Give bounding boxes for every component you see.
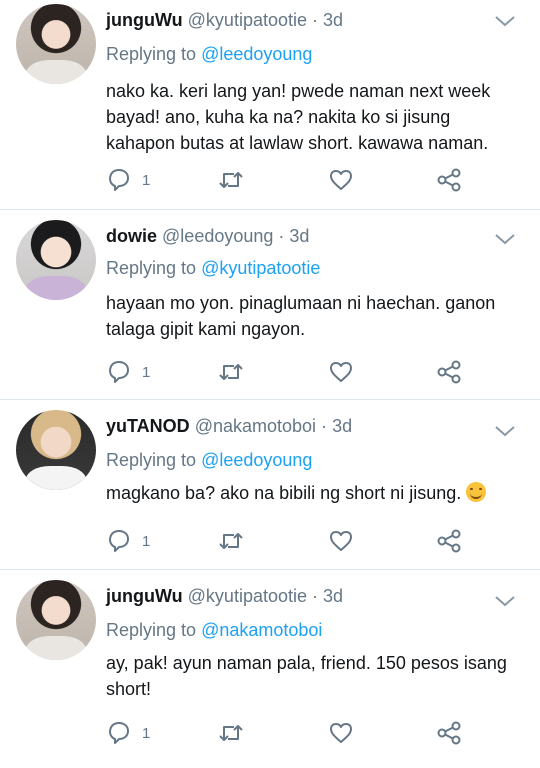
like-button[interactable]	[328, 528, 354, 554]
tweet[interactable]: yuTANOD @nakamotoboi · 3d Replying to @l…	[0, 400, 540, 570]
separator-dot: ·	[321, 416, 328, 436]
mention-link[interactable]: @kyutipatootie	[201, 258, 320, 278]
tweet-text-line: nako ka. keri lang yan! pwede naman next…	[106, 81, 491, 101]
avatar[interactable]	[16, 580, 96, 660]
timestamp[interactable]: 3d	[289, 226, 309, 246]
mention-link[interactable]: @leedoyoung	[201, 44, 312, 64]
replying-to-label: Replying to	[106, 620, 197, 640]
reply-context: Replying to @nakamotoboi	[106, 618, 322, 642]
reply-icon	[109, 169, 129, 191]
chevron-down-icon[interactable]	[494, 424, 516, 438]
share-button[interactable]	[436, 359, 462, 385]
tweet-text: nako ka. keri lang yan! pwede naman next…	[106, 78, 518, 156]
chevron-down-icon[interactable]	[494, 14, 516, 28]
reply-count: 1	[142, 724, 151, 742]
separator-dot: ·	[312, 586, 319, 606]
share-button[interactable]	[436, 528, 462, 554]
retweet-button[interactable]	[218, 720, 244, 746]
chevron-down-icon[interactable]	[494, 594, 516, 608]
display-name[interactable]: junguWu	[106, 10, 183, 30]
reply-button[interactable]: 1	[106, 528, 150, 554]
retweet-button[interactable]	[218, 167, 244, 193]
chevron-down-icon[interactable]	[494, 232, 516, 246]
retweet-button[interactable]	[218, 528, 244, 554]
reply-button[interactable]: 1	[106, 167, 150, 193]
tweet-text-line: ay, pak! ayun naman pala, friend. 150 pe…	[106, 653, 507, 673]
timestamp[interactable]: 3d	[323, 586, 343, 606]
replying-to-label: Replying to	[106, 44, 197, 64]
like-button[interactable]	[328, 720, 354, 746]
reply-context: Replying to @kyutipatootie	[106, 256, 320, 280]
share-icon	[437, 360, 461, 384]
reply-count: 1	[142, 363, 151, 381]
tweet-header: yuTANOD @nakamotoboi · 3d	[106, 414, 480, 438]
tweet-text-line: hayaan mo yon. pinaglumaan ni haechan. g…	[106, 293, 496, 313]
tweet[interactable]: junguWu @kyutipatootie · 3d Replying to …	[0, 570, 540, 768]
reply-button[interactable]: 1	[106, 720, 150, 746]
reply-icon	[109, 361, 129, 383]
share-icon	[437, 721, 461, 745]
reply-button[interactable]: 1	[106, 359, 150, 385]
avatar[interactable]	[16, 220, 96, 300]
share-button[interactable]	[436, 720, 462, 746]
tweet-text: ay, pak! ayun naman pala, friend. 150 pe…	[106, 650, 518, 702]
heart-icon	[330, 362, 352, 382]
display-name[interactable]: dowie	[106, 226, 157, 246]
heart-icon	[330, 531, 352, 551]
tweet-text-line: talaga gipit kami ngayon.	[106, 319, 306, 339]
user-handle[interactable]: @nakamotoboi	[195, 416, 316, 436]
tweet-header: dowie @leedoyoung · 3d	[106, 224, 480, 248]
tweet-header: junguWu @kyutipatootie · 3d	[106, 584, 480, 608]
reply-count: 1	[142, 171, 151, 189]
mention-link[interactable]: @leedoyoung	[201, 450, 312, 470]
tweet-header: junguWu @kyutipatootie · 3d	[106, 8, 480, 32]
retweet-icon	[219, 172, 243, 188]
share-icon	[437, 168, 461, 192]
reply-count: 1	[142, 532, 151, 550]
retweet-button[interactable]	[218, 359, 244, 385]
user-handle[interactable]: @kyutipatootie	[188, 586, 307, 606]
smiling-face-icon	[466, 482, 487, 502]
user-handle[interactable]: @kyutipatootie	[188, 10, 307, 30]
share-button[interactable]	[436, 167, 462, 193]
tweet-text-line: short!	[106, 679, 152, 699]
separator-dot: ·	[278, 226, 285, 246]
mention-link[interactable]: @nakamotoboi	[201, 620, 322, 640]
heart-icon	[330, 723, 352, 743]
avatar[interactable]	[16, 4, 96, 84]
reply-context: Replying to @leedoyoung	[106, 448, 312, 472]
reply-icon	[109, 530, 129, 552]
reply-icon	[109, 722, 129, 744]
replying-to-label: Replying to	[106, 258, 197, 278]
tweet-text-line: kahapon butas at lawlaw short. kawawa na…	[106, 133, 489, 153]
tweet-text-line: magkano ba? ako na bibili ng short ni ji…	[106, 480, 518, 506]
display-name[interactable]: yuTANOD	[106, 416, 190, 436]
retweet-icon	[219, 725, 243, 741]
tweet-text-line: bayad! ano, kuha ka na? nakita ko si jis…	[106, 107, 451, 127]
like-button[interactable]	[328, 359, 354, 385]
replying-to-label: Replying to	[106, 450, 197, 470]
retweet-icon	[219, 364, 243, 380]
tweet[interactable]: dowie @leedoyoung · 3d Replying to @kyut…	[0, 210, 540, 400]
avatar[interactable]	[16, 410, 96, 490]
separator-dot: ·	[312, 10, 319, 30]
display-name[interactable]: junguWu	[106, 586, 183, 606]
share-icon	[437, 529, 461, 553]
tweet[interactable]: junguWu @kyutipatootie · 3d Replying to …	[0, 0, 540, 210]
retweet-icon	[219, 533, 243, 549]
heart-icon	[330, 170, 352, 190]
user-handle[interactable]: @leedoyoung	[162, 226, 273, 246]
reply-context: Replying to @leedoyoung	[106, 42, 312, 66]
like-button[interactable]	[328, 167, 354, 193]
timestamp[interactable]: 3d	[332, 416, 352, 436]
tweet-text: magkano ba? ako na bibili ng short ni ji…	[106, 480, 518, 506]
tweet-text: hayaan mo yon. pinaglumaan ni haechan. g…	[106, 290, 518, 342]
timestamp[interactable]: 3d	[323, 10, 343, 30]
